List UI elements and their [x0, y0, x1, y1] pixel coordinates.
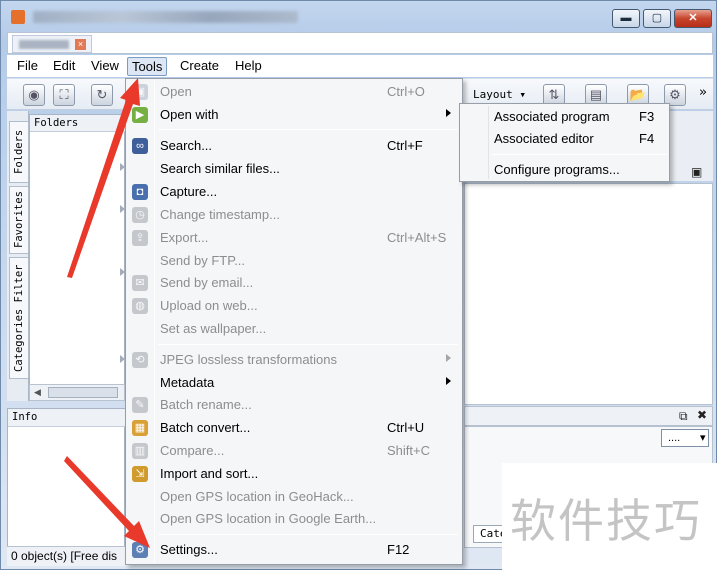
watermark: 软件技巧	[502, 463, 717, 570]
watermark-text: 软件技巧	[510, 494, 702, 548]
arrow-to-settings	[64, 456, 150, 548]
arrow-to-tools-menu	[67, 78, 140, 278]
